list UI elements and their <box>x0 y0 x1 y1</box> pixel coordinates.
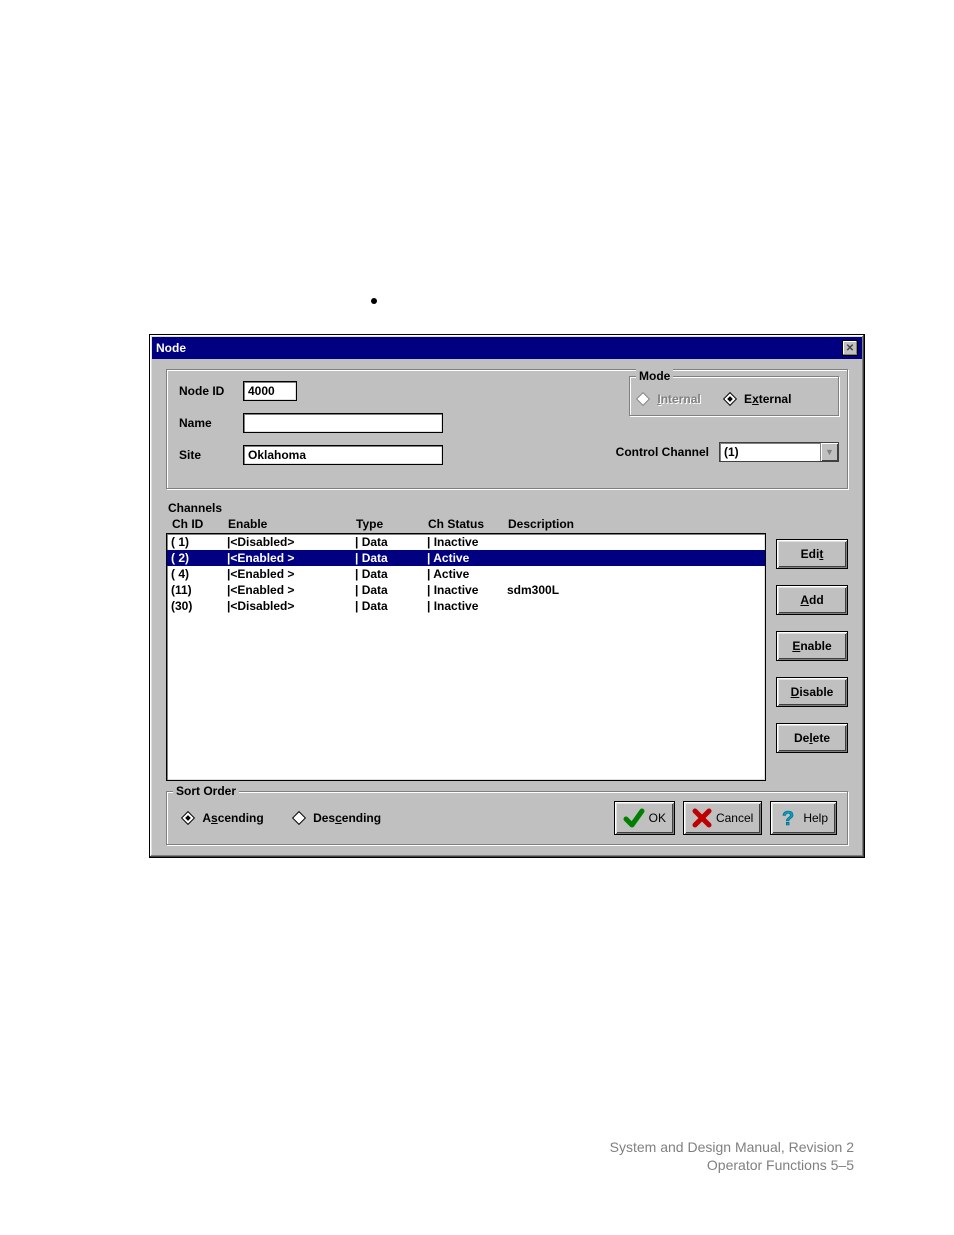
control-channel-value: (1) <box>720 443 820 461</box>
bottom-panel: Sort Order Ascending Descending OK <box>166 791 848 845</box>
table-row[interactable]: ( 2)|<Enabled >| Data| Active <box>167 550 765 566</box>
table-row[interactable]: ( 4)|<Enabled >| Data| Active <box>167 566 765 582</box>
diamond-icon <box>181 811 195 825</box>
diamond-icon <box>723 392 737 406</box>
name-label: Name <box>179 416 243 430</box>
disable-button[interactable]: Disable <box>776 677 848 707</box>
cancel-label: Cancel <box>716 811 753 825</box>
sort-descending-radio[interactable]: Descending <box>294 811 381 825</box>
col-header-desc: Description <box>508 517 848 531</box>
node-id-label: Node ID <box>179 384 243 398</box>
table-row[interactable]: (11)|<Enabled >| Data| Inactivesdm300L <box>167 582 765 598</box>
table-row[interactable]: ( 1)|<Disabled>| Data| Inactive <box>167 534 765 550</box>
channels-section-label: Channels <box>168 501 848 515</box>
control-channel-label: Control Channel <box>616 445 709 459</box>
channels-listbox[interactable]: ( 1)|<Disabled>| Data| Inactive( 2)|<Ena… <box>166 533 766 781</box>
ok-label: OK <box>649 811 666 825</box>
sort-ascending-radio[interactable]: Ascending <box>183 811 264 825</box>
question-icon: ? <box>779 807 799 829</box>
node-id-input[interactable] <box>243 381 297 401</box>
check-icon <box>623 807 645 829</box>
delete-button[interactable]: Delete <box>776 723 848 753</box>
col-header-enable: Enable <box>228 517 356 531</box>
ok-button[interactable]: OK <box>614 801 675 835</box>
diamond-icon <box>636 392 650 406</box>
close-button[interactable]: ✕ <box>842 340 858 356</box>
help-label: Help <box>803 811 828 825</box>
channels-header: Ch ID Enable Type Ch Status Description <box>166 517 848 533</box>
edit-button[interactable]: Edit <box>776 539 848 569</box>
col-header-status: Ch Status <box>428 517 508 531</box>
help-button[interactable]: ? Help <box>770 801 837 835</box>
footer-line1: System and Design Manual, Revision 2 <box>610 1138 854 1156</box>
enable-button[interactable]: Enable <box>776 631 848 661</box>
name-input[interactable] <box>243 413 443 433</box>
node-info-panel: Node ID Name Site Mode Internal Exter <box>166 369 848 489</box>
diamond-icon <box>292 811 306 825</box>
add-button[interactable]: Add <box>776 585 848 615</box>
cancel-button[interactable]: Cancel <box>683 801 762 835</box>
mode-external-radio[interactable]: External <box>725 392 792 406</box>
bullet-decoration <box>371 298 377 304</box>
site-input[interactable] <box>243 445 443 465</box>
titlebar: Node ✕ <box>152 337 862 359</box>
dialog-title: Node <box>156 341 186 355</box>
mode-groupbox: Mode Internal External <box>629 376 839 416</box>
svg-text:?: ? <box>782 808 794 829</box>
chevron-down-icon: ▼ <box>820 443 838 461</box>
sort-legend: Sort Order <box>173 784 239 798</box>
mode-internal-radio: Internal <box>638 392 701 406</box>
mode-legend: Mode <box>636 369 673 383</box>
footer-line2: Operator Functions 5–5 <box>610 1156 854 1174</box>
col-header-type: Type <box>356 517 428 531</box>
close-icon: ✕ <box>846 343 854 354</box>
node-dialog: Node ✕ Node ID Name Site Mode In <box>149 334 865 858</box>
control-channel-select[interactable]: (1) ▼ <box>719 442 839 462</box>
table-row[interactable]: (30)|<Disabled>| Data| Inactive <box>167 598 765 614</box>
x-icon <box>692 808 712 828</box>
page-footer: System and Design Manual, Revision 2 Ope… <box>610 1138 854 1174</box>
col-header-id: Ch ID <box>172 517 228 531</box>
site-label: Site <box>179 448 243 462</box>
